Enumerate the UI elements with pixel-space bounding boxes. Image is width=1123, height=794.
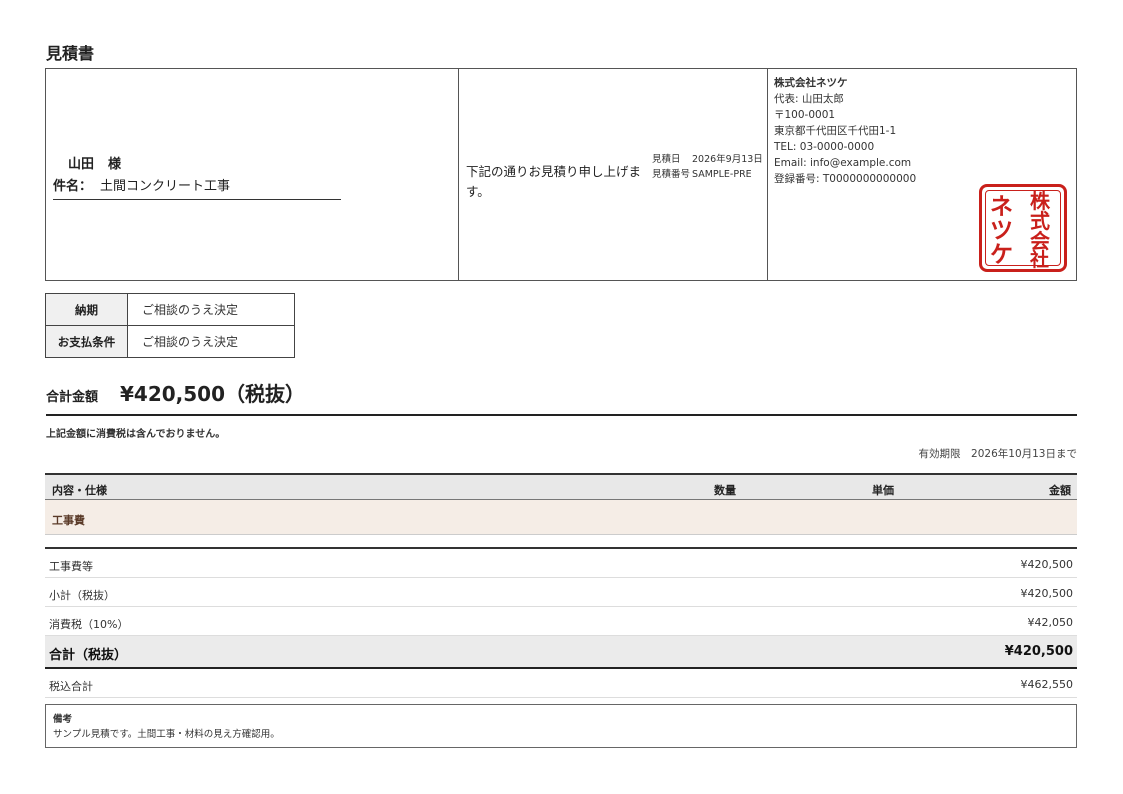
header-desc: 内容・仕様 bbox=[52, 484, 107, 497]
recipient: 山田様 bbox=[68, 153, 121, 172]
summary-label: 小計（税抜） bbox=[49, 589, 115, 602]
recipient-honorific: 様 bbox=[108, 157, 122, 172]
summary-row: 小計（税抜） ¥420,500 bbox=[45, 578, 1077, 607]
document-title: 見積書 bbox=[46, 44, 95, 63]
number-label: 見積番号 bbox=[652, 169, 691, 180]
tax-included-label: 税込合計 bbox=[49, 680, 93, 693]
grand-total-label: 合計（税抜） bbox=[49, 648, 128, 663]
term-row: お支払条件 ご相談のうえ決定 bbox=[45, 325, 295, 358]
term-value: ご相談のうえ決定 bbox=[127, 293, 295, 326]
company-info: 株式会社ネツケ 代表: 山田太郎 〒100-0001 東京都千代田区千代田1-1… bbox=[774, 75, 1070, 187]
notes-box: 備考 サンプル見積です。土間工事・材料の見え方確認用。 bbox=[45, 704, 1077, 748]
summary-table: 工事費等 ¥420,500 小計（税抜） ¥420,500 消費税（10%） ¥… bbox=[45, 547, 1077, 698]
tax-note: 上記金額に消費税は含んでおりません。 bbox=[46, 429, 226, 440]
estimate-meta: 見積日 2026年9月13日 見積番号 SAMPLE-PRE bbox=[652, 152, 763, 182]
company-rep: 代表: 山田太郎 bbox=[774, 93, 844, 105]
term-row: 納期 ご相談のうえ決定 bbox=[45, 293, 295, 326]
subject-label: 件名： bbox=[53, 179, 93, 194]
tax-included-value: ¥462,550 bbox=[1020, 678, 1074, 691]
items-table: 内容・仕様 数量 単価 金額 工事費 bbox=[45, 473, 1077, 535]
company-panel: 株式会社ネツケ 代表: 山田太郎 〒100-0001 東京都千代田区千代田1-1… bbox=[768, 69, 1076, 280]
total-label: 合計金額 bbox=[46, 390, 99, 405]
subject-value: 土間コンクリート工事 bbox=[100, 179, 231, 194]
header-box: 山田様 件名： 土間コンクリート工事 下記の通りお見積り申し上げます。 見積日 20… bbox=[45, 68, 1077, 281]
greeting-text: 下記の通りお見積り申し上げます。 bbox=[466, 164, 642, 199]
notes-title: 備考 bbox=[53, 714, 73, 725]
recipient-panel: 山田様 件名： 土間コンクリート工事 bbox=[46, 69, 459, 280]
summary-value: ¥420,500 bbox=[1020, 558, 1074, 571]
subject-line: 件名： 土間コンクリート工事 bbox=[53, 175, 341, 200]
validity-period: 有効期限 2026年10月13日まで bbox=[918, 448, 1077, 460]
items-header: 内容・仕様 数量 単価 金額 bbox=[45, 473, 1077, 500]
date-label: 見積日 bbox=[652, 154, 681, 165]
header-qty: 数量 bbox=[714, 484, 736, 497]
company-seal-stamp: 株 式 会 社 ネ ツ ケ bbox=[979, 184, 1067, 272]
total-amount: ¥420,500（税抜） bbox=[120, 382, 306, 406]
grand-total-value: ¥420,500 bbox=[1004, 644, 1073, 659]
company-address: 東京都千代田区千代田1-1 bbox=[774, 125, 897, 137]
notes-text: サンプル見積です。土間工事・材料の見え方確認用。 bbox=[53, 729, 280, 740]
summary-value: ¥420,500 bbox=[1020, 587, 1074, 600]
term-key: 納期 bbox=[45, 293, 128, 326]
term-key: お支払条件 bbox=[45, 325, 128, 358]
summary-value: ¥42,050 bbox=[1027, 616, 1074, 629]
terms-table: 納期 ご相談のうえ決定 お支払条件 ご相談のうえ決定 bbox=[45, 293, 295, 358]
section-row: 工事費 bbox=[45, 500, 1077, 535]
summary-row: 消費税（10%） ¥42,050 bbox=[45, 607, 1077, 636]
summary-label: 工事費等 bbox=[49, 560, 93, 573]
total-amount-line: 合計金額 ¥420,500（税抜） bbox=[46, 378, 1077, 416]
company-name: 株式会社ネツケ bbox=[774, 77, 848, 89]
header-unit: 単価 bbox=[872, 484, 894, 497]
date-value: 2026年9月13日 bbox=[692, 154, 763, 165]
greeting-panel: 下記の通りお見積り申し上げます。 見積日 2026年9月13日 見積番号 SAMPL… bbox=[459, 69, 768, 280]
term-value: ご相談のうえ決定 bbox=[127, 325, 295, 358]
number-value: SAMPLE-PRE bbox=[692, 169, 752, 180]
summary-row: 工事費等 ¥420,500 bbox=[45, 549, 1077, 578]
company-postal: 〒100-0001 bbox=[774, 109, 836, 121]
company-email: Email: info@example.com bbox=[774, 157, 912, 169]
tax-included-row: 税込合計 ¥462,550 bbox=[45, 669, 1077, 698]
recipient-name: 山田 bbox=[68, 157, 95, 172]
grand-total-row: 合計（税抜） ¥420,500 bbox=[45, 636, 1077, 669]
summary-label: 消費税（10%） bbox=[49, 618, 129, 631]
header-amount: 金額 bbox=[1049, 484, 1071, 497]
company-tel: TEL: 03-0000-0000 bbox=[774, 141, 875, 153]
